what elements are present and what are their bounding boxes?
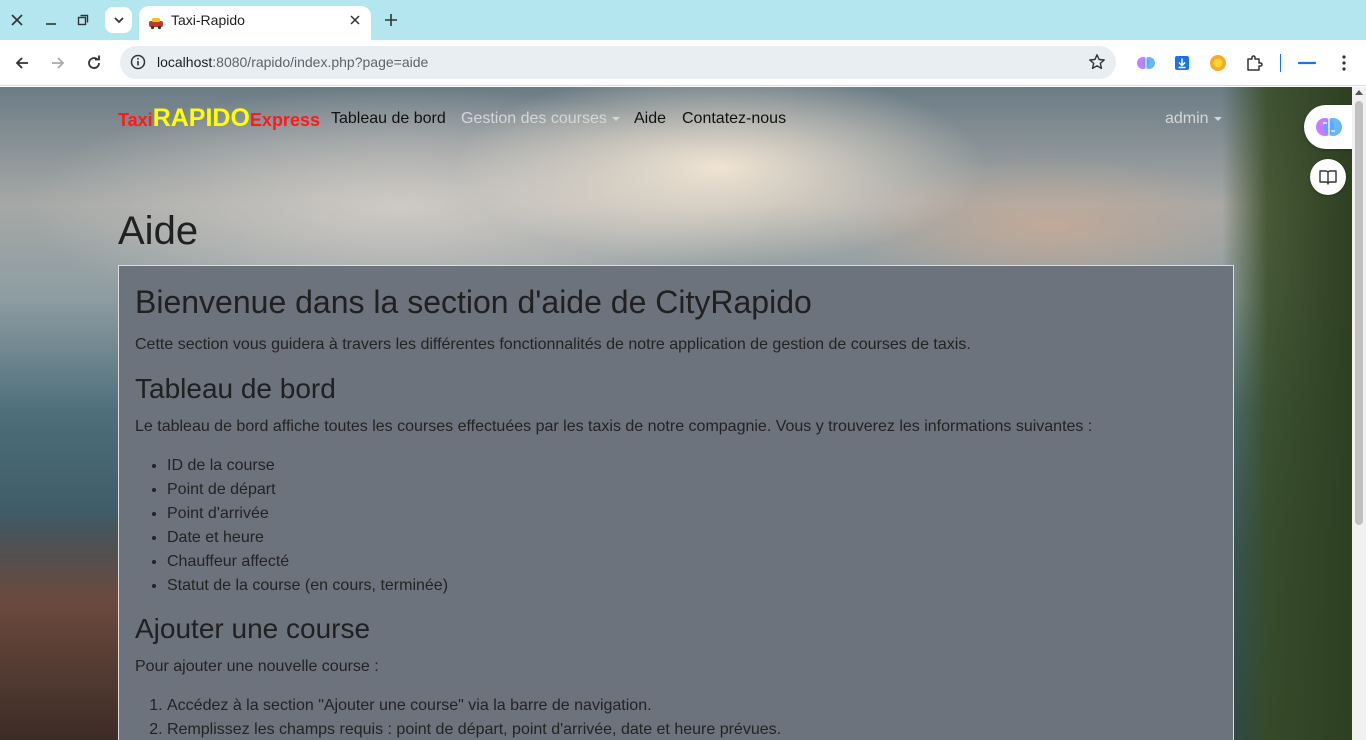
nav-contactez-nous[interactable]: Contatez-nous [682,110,786,128]
section-text-ajouter-course: Pour ajouter une nouvelle course : [135,658,379,675]
extension-brain-icon[interactable] [1136,53,1156,73]
extension-download-icon[interactable] [1172,53,1192,73]
site-info-icon[interactable] [130,54,146,70]
help-card: Bienvenue dans la section d'aide de City… [118,265,1234,740]
reading-mode-icon[interactable] [1310,159,1346,195]
minimize-icon[interactable] [39,8,63,32]
scrollbar-thumb[interactable] [1355,101,1363,525]
help-heading: Bienvenue dans la section d'aide de City… [135,284,812,320]
steps-list: Accédez à la section "Ajouter une course… [135,694,1217,740]
list-item: Chauffeur affecté [167,550,1217,574]
user-menu-dropdown[interactable]: admin [1165,110,1222,128]
tab-strip: Taxi-Rapido [0,0,1366,40]
nav-aide[interactable]: Aide [634,110,666,128]
site-navbar: TaxiRAPIDOExpress Tableau de bord Gestio… [0,87,1352,151]
list-item: Point d'arrivée [167,502,1217,526]
url-text: localhost:8080/rapido/index.php?page=aid… [157,54,429,70]
help-intro: Cette section vous guidera à travers les… [135,336,971,353]
list-item: Statut de la course (en cours, terminée) [167,574,1217,598]
forward-icon[interactable] [46,51,70,75]
list-item: Remplissez les champs requis : point de … [167,718,1217,740]
tab-search-icon[interactable] [105,7,132,33]
page-title: Aide [118,209,199,253]
list-item: Accédez à la section "Ajouter une course… [167,694,1217,718]
taxi-favicon-icon [149,18,163,30]
browser-tab[interactable]: Taxi-Rapido [139,6,371,40]
info-list: ID de la course Point de départ Point d'… [135,454,1217,598]
tab-title: Taxi-Rapido [171,12,245,28]
menu-icon[interactable] [1334,53,1354,73]
browser-toolbar: localhost:8080/rapido/index.php?page=aid… [0,40,1366,86]
section-title-ajouter-course: Ajouter une course [135,613,371,644]
close-window-icon[interactable] [5,8,29,32]
nav-tableau-de-bord[interactable]: Tableau de bord [331,110,446,128]
list-item: Point de départ [167,478,1217,502]
section-text-tableau-de-bord: Le tableau de bord affiche toutes les co… [135,418,1093,435]
extensions-puzzle-icon[interactable] [1244,53,1264,73]
bookmark-star-icon[interactable] [1088,53,1106,71]
address-bar[interactable]: localhost:8080/rapido/index.php?page=aid… [120,46,1116,79]
list-item: Date et heure [167,526,1217,550]
restore-icon[interactable] [71,8,95,32]
reload-icon[interactable] [82,51,106,75]
sidebar-brain-icon[interactable] [1304,105,1352,149]
nav-gestion-des-courses-dropdown[interactable]: Gestion des courses [461,110,620,128]
toolbar-divider [1280,54,1281,72]
new-tab-icon[interactable] [379,8,403,32]
section-title-tableau-de-bord: Tableau de bord [135,373,336,404]
page-viewport: TaxiRAPIDOExpress Tableau de bord Gestio… [0,87,1352,740]
extension-orange-icon[interactable] [1208,53,1228,73]
dropdown-caret-icon [611,116,620,121]
page-scrollbar[interactable] [1352,87,1366,740]
dropdown-caret-icon [1213,116,1222,121]
profile-icon[interactable] [1297,53,1317,73]
brand-logo[interactable]: TaxiRAPIDOExpress [118,104,320,133]
scroll-up-arrow-icon[interactable] [1355,90,1363,95]
list-item: ID de la course [167,454,1217,478]
close-tab-icon[interactable] [346,11,364,29]
back-icon[interactable] [10,51,34,75]
